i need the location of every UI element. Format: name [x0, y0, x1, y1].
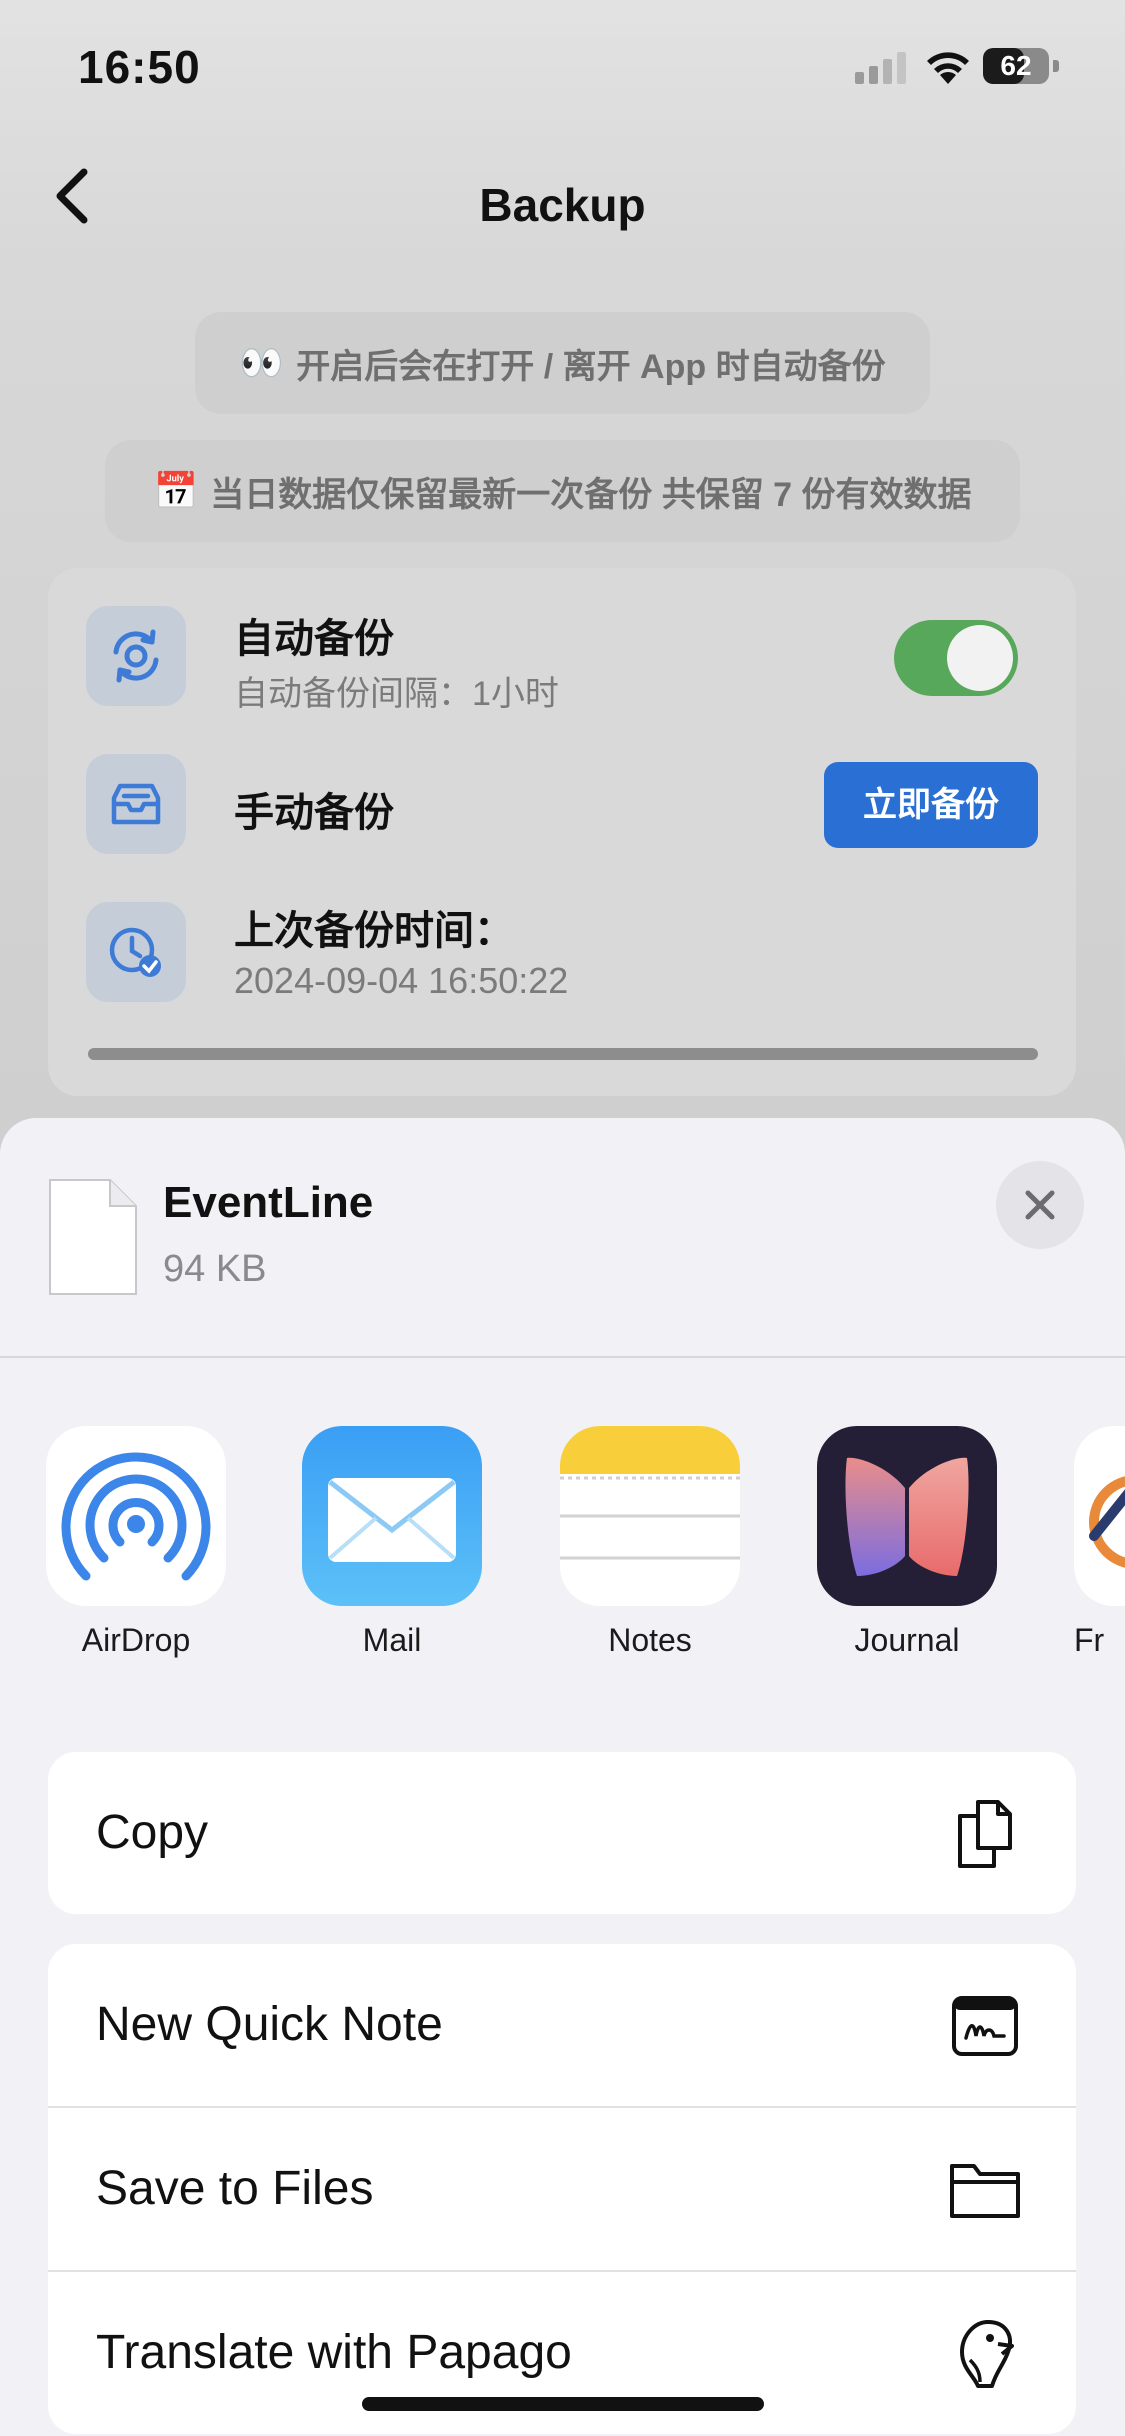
journal-icon: [817, 1426, 997, 1606]
last-backup-title: 上次备份时间：: [234, 909, 514, 953]
share-app-row: AirDrop Mail Notes Journal Fr: [0, 1426, 1125, 1658]
battery-icon: 62: [983, 48, 1049, 84]
mail-icon: [302, 1426, 482, 1606]
quick-note-icon: [952, 1996, 1018, 2056]
app-label: Fr: [1074, 1622, 1105, 1658]
status-bar: 16:50 62: [0, 0, 1125, 130]
notes-icon: [560, 1426, 740, 1606]
auto-backup-title: 自动备份: [234, 617, 394, 661]
share-sheet: EventLine 94 KB AirDrop Mail Notes Journ…: [0, 1118, 1125, 2436]
sync-gear-icon: [113, 629, 159, 683]
screen: 16:50 62 Backup 👀 开启后会在打开 / 离开 App 时自动备份…: [0, 0, 1125, 2436]
battery-percent: 62: [1000, 50, 1032, 81]
scroll-indicator: [88, 1048, 1038, 1060]
manual-backup-icon: [86, 754, 186, 854]
eyes-emoji-icon: 👀: [239, 342, 285, 383]
navigation-bar: Backup: [0, 130, 1125, 260]
home-indicator: [362, 2397, 764, 2411]
calendar-emoji-icon: 📅: [153, 470, 199, 511]
status-time: 16:50: [78, 41, 201, 93]
action-label: Save to Files: [96, 2162, 374, 2215]
action-group-secondary: New Quick Note Save to Files Translate w…: [48, 1944, 1076, 2434]
file-name: EventLine: [163, 1178, 374, 1227]
action-copy[interactable]: Copy: [48, 1752, 1076, 1914]
document-icon: [49, 1179, 137, 1295]
auto-backup-icon: [86, 606, 186, 706]
share-app-notes[interactable]: Notes: [560, 1426, 740, 1658]
manual-backup-title: 手动备份: [234, 791, 394, 835]
share-sheet-header: EventLine 94 KB: [0, 1118, 1125, 1356]
inbox-tray-icon: [111, 783, 161, 825]
share-app-partial[interactable]: Fr: [1074, 1426, 1125, 1658]
tip-text: 当日数据仅保留最新一次备份 共保留 7 份有效数据: [210, 475, 972, 514]
share-app-airdrop[interactable]: AirDrop: [46, 1426, 226, 1658]
cellular-signal-icon: [855, 52, 906, 84]
auto-backup-tip: 👀 开启后会在打开 / 离开 App 时自动备份: [195, 312, 930, 414]
app-label: Notes: [608, 1622, 692, 1658]
action-group-primary: Copy: [48, 1752, 1076, 1914]
divider: [0, 1356, 1125, 1358]
auto-backup-interval: 自动备份间隔：1小时: [234, 675, 559, 713]
page-title: Backup: [479, 179, 646, 231]
partial-app-icon: [1074, 1426, 1125, 1606]
last-backup-time: 2024-09-04 16:50:22: [234, 960, 569, 1001]
close-button[interactable]: [996, 1161, 1084, 1249]
battery-nub: [1053, 60, 1059, 72]
airdrop-icon: [46, 1426, 226, 1606]
share-app-mail[interactable]: Mail: [302, 1426, 482, 1658]
clock-check-icon: [109, 927, 161, 977]
app-label: Mail: [362, 1622, 422, 1658]
toggle-knob: [947, 625, 1013, 691]
close-icon: [1025, 1190, 1055, 1220]
action-label: New Quick Note: [96, 1998, 443, 2051]
backup-settings-card: 自动备份 自动备份间隔：1小时 手动备份 立即备份 上次备份时间： 2024-0: [48, 568, 1076, 1096]
file-size: 94 KB: [163, 1248, 267, 1290]
action-new-quick-note[interactable]: New Quick Note: [48, 1944, 1076, 2108]
folder-icon: [950, 2164, 1020, 2218]
wifi-icon: [927, 52, 969, 84]
backup-now-button[interactable]: 立即备份: [824, 762, 1038, 848]
app-label: Journal: [854, 1622, 960, 1658]
tip-text: 开启后会在打开 / 离开 App 时自动备份: [296, 347, 886, 386]
last-backup-icon: [86, 902, 186, 1002]
papago-icon: [960, 2320, 1014, 2388]
app-label: AirDrop: [81, 1622, 191, 1658]
auto-backup-toggle[interactable]: [894, 620, 1018, 696]
status-icons: 62: [855, 44, 1085, 92]
share-app-journal[interactable]: Journal: [817, 1426, 997, 1658]
retention-tip: 📅 当日数据仅保留最新一次备份 共保留 7 份有效数据: [105, 440, 1020, 542]
copy-icon: [958, 1800, 1012, 1868]
action-label: Copy: [96, 1806, 209, 1859]
action-save-to-files[interactable]: Save to Files: [48, 2108, 1076, 2272]
